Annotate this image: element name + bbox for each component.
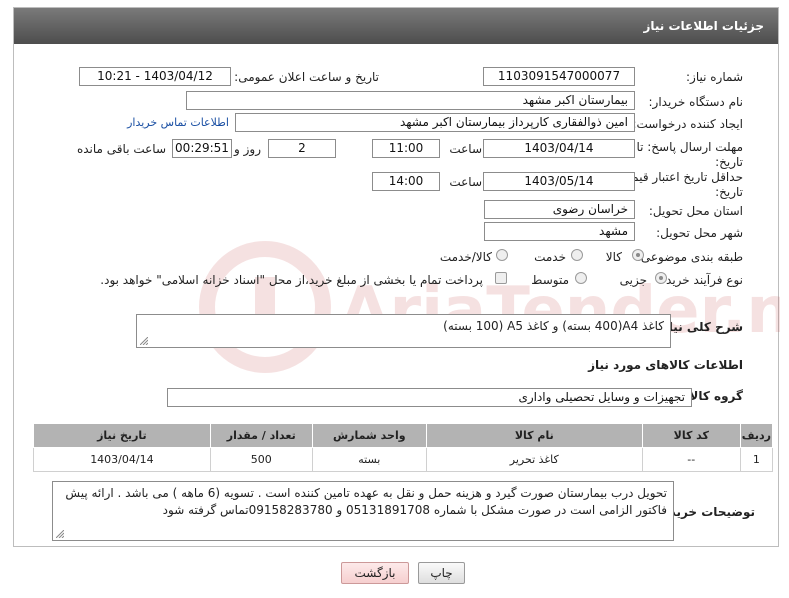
validity-date-field: 1403/05/14 <box>483 172 635 191</box>
process-radio-medium[interactable] <box>575 272 587 284</box>
treasury-payment-note: پرداخت تمام یا بخشی از مبلغ خرید،از محل … <box>100 273 483 287</box>
cell-quantity: 500 <box>209 447 313 472</box>
category-radio-goods-service[interactable] <box>496 249 508 261</box>
need-number-label: شماره نیاز: <box>686 70 743 84</box>
goods-section-title: اطلاعات کالاهای مورد نیاز <box>588 358 743 372</box>
province-label: استان محل تحویل: <box>648 204 743 218</box>
province-field: خراسان رضوی <box>484 200 635 219</box>
table-header-row: ردیف کد کالا نام کالا واحد شمارش تعداد /… <box>33 423 774 448</box>
col-need-date: تاریخ نیاز <box>33 423 211 448</box>
category-radio-goods[interactable] <box>632 249 644 261</box>
announce-field: 1403/04/12 - 10:21 <box>79 67 231 86</box>
resize-grip-icon[interactable] <box>140 337 148 345</box>
days-remaining-field: 2 <box>268 139 336 158</box>
buyer-org-field: بیمارستان اکبر مشهد <box>186 91 635 110</box>
category-radio-service[interactable] <box>571 249 583 261</box>
print-button[interactable]: چاپ <box>418 562 465 584</box>
remaining-label: ساعت باقی مانده <box>76 142 166 156</box>
buyer-org-label: نام دستگاه خریدار: <box>648 95 744 109</box>
category-label: طبقه بندی موضوعی: <box>636 250 743 264</box>
city-field: مشهد <box>484 222 635 241</box>
category-option-goods: کالا <box>605 250 622 264</box>
description-textarea[interactable]: کاغذ A4(400 بسته) و کاغذ A5 (100 بسته) <box>136 314 671 348</box>
announce-label: تاریخ و ساعت اعلان عمومی: <box>234 70 379 84</box>
buyer-notes-text: تحویل درب بیمارستان صورت گیرد و هزینه حم… <box>65 486 667 517</box>
resize-grip-icon[interactable] <box>56 530 64 538</box>
goods-group-field: تجهیزات و وسایل تحصیلی واداری <box>167 388 692 407</box>
reply-time-field: 11:00 <box>372 139 440 158</box>
reply-date-field: 1403/04/14 <box>483 139 635 158</box>
city-label: شهر محل تحویل: <box>656 226 743 240</box>
validity-time-field: 14:00 <box>372 172 440 191</box>
process-radio-minor[interactable] <box>655 272 667 284</box>
buyer-notes-textarea[interactable]: تحویل درب بیمارستان صورت گیرد و هزینه حم… <box>52 481 674 541</box>
cell-row-number: 1 <box>739 447 774 472</box>
reply-time-label: ساعت <box>449 142 482 156</box>
cell-unit: بسته <box>311 447 427 472</box>
need-number-field: 1103091547000077 <box>483 67 635 86</box>
cell-need-date: 1403/04/14 <box>33 447 211 472</box>
col-quantity: تعداد / مقدار <box>209 423 313 448</box>
back-button[interactable]: بازگشت <box>341 562 409 584</box>
description-text: کاغذ A4(400 بسته) و کاغذ A5 (100 بسته) <box>443 319 664 333</box>
creator-field: امین ذوالفقاری کارپرداز بیمارستان اکبر م… <box>235 113 635 132</box>
table-row: 1 -- کاغذ تحریر بسته 500 1403/04/14 <box>33 447 774 472</box>
creator-label: ایجاد کننده درخواست: <box>632 117 743 131</box>
category-option-service: خدمت <box>534 250 566 264</box>
col-row-number: ردیف <box>739 423 774 448</box>
treasury-payment-checkbox[interactable] <box>495 272 507 284</box>
cell-item-name: کاغذ تحریر <box>425 447 643 472</box>
category-option-goods-service: کالا/خدمت <box>439 250 492 264</box>
col-unit: واحد شمارش <box>311 423 427 448</box>
process-label: نوع فرآیند خرید : <box>658 273 743 287</box>
buyer-contact-link[interactable]: اطلاعات تماس خریدار <box>127 116 229 129</box>
panel-header: جزئیات اطلاعات نیاز <box>14 8 778 44</box>
col-item-code: کد کالا <box>641 423 741 448</box>
days-label: روز و <box>234 142 261 156</box>
goods-table: ردیف کد کالا نام کالا واحد شمارش تعداد /… <box>33 423 774 472</box>
process-option-medium: متوسط <box>531 273 569 287</box>
validity-time-label: ساعت <box>449 175 482 189</box>
goods-group-label: گروه کالا: <box>684 389 743 403</box>
cell-item-code: -- <box>641 447 741 472</box>
reply-deadline-label: مهلت ارسال پاسخ: تا تاریخ: <box>636 140 743 169</box>
col-item-name: نام کالا <box>425 423 643 448</box>
panel-title: جزئیات اطلاعات نیاز <box>643 19 764 33</box>
remaining-time-field: 00:29:51 <box>172 139 232 158</box>
process-option-minor: جزیی <box>619 273 647 287</box>
